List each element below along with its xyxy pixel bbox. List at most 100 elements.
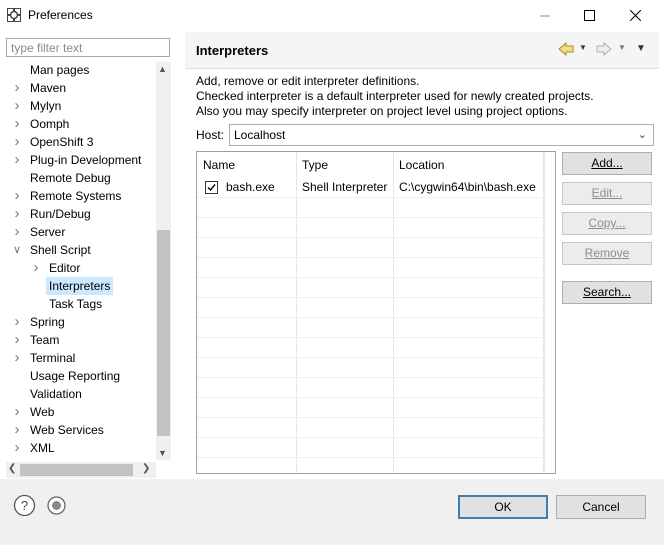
chevron-down-icon[interactable]: ∨ (12, 241, 22, 259)
tree-item-label: Web (30, 405, 55, 419)
tree-item[interactable]: ∨ Shell Script (6, 241, 156, 259)
tree-item[interactable]: Remote Debug (6, 169, 156, 187)
column-header-name[interactable]: Name (197, 152, 296, 178)
column-divider (296, 152, 297, 473)
back-menu-chevron-down-icon[interactable]: ▼ (579, 43, 587, 52)
chevron-right-icon[interactable]: › (12, 187, 22, 205)
tree-horizontal-scroll-thumb[interactable] (20, 464, 133, 476)
chevron-right-icon[interactable]: › (12, 79, 22, 97)
cancel-button[interactable]: Cancel (556, 495, 646, 519)
view-menu-chevron-down-icon[interactable]: ▼ (636, 43, 646, 54)
tree-item-label: Spring (30, 315, 65, 329)
scroll-left-icon[interactable]: ❮ (8, 463, 16, 474)
close-button[interactable] (612, 0, 658, 31)
add-button[interactable]: Add... (562, 152, 652, 175)
back-arrow-icon[interactable] (558, 42, 574, 56)
tree-item[interactable]: Usage Reporting (6, 367, 156, 385)
tree-item-label: Run/Debug (30, 207, 91, 221)
tree-item[interactable]: › Editor (6, 259, 156, 277)
tree-item[interactable]: › OpenShift 3 (6, 133, 156, 151)
chevron-right-icon[interactable]: › (12, 349, 22, 367)
edit-button[interactable]: Edit... (562, 182, 652, 205)
chevron-right-icon[interactable]: › (12, 403, 22, 421)
chevron-right-icon[interactable]: › (12, 151, 22, 169)
tree-item[interactable]: Man pages (6, 61, 156, 79)
tree-item[interactable]: › Server (6, 223, 156, 241)
tree-item-label: OpenShift 3 (30, 135, 94, 149)
tree-item[interactable]: › Oomph (6, 115, 156, 133)
tree-item[interactable]: › Spring (6, 313, 156, 331)
copy-button[interactable]: Copy... (562, 212, 652, 235)
tree-item[interactable]: › Web (6, 403, 156, 421)
chevron-right-icon[interactable]: › (12, 115, 22, 133)
chevron-right-icon[interactable]: › (12, 421, 22, 439)
page-description: Add, remove or edit interpreter definiti… (196, 74, 594, 119)
table-gridline (197, 437, 543, 438)
svg-text:?: ? (21, 498, 28, 513)
chevron-right-icon[interactable]: › (31, 259, 41, 277)
minimize-button[interactable] (522, 0, 568, 31)
tree-item[interactable]: › XML (6, 439, 156, 457)
chevron-right-icon[interactable]: › (12, 439, 22, 457)
tree-item[interactable]: › Team (6, 331, 156, 349)
tree-item[interactable]: › Web Services (6, 421, 156, 439)
description-line: Add, remove or edit interpreter definiti… (196, 74, 420, 88)
cell-location: C:\cygwin64\bin\bash.exe (399, 180, 536, 194)
import-export-icon[interactable] (46, 495, 67, 516)
scroll-up-icon[interactable]: ▲ (158, 64, 167, 74)
tree-vertical-scroll-thumb[interactable] (157, 230, 170, 436)
page-title: Interpreters (196, 43, 269, 58)
forward-arrow-icon[interactable] (596, 42, 612, 56)
description-line: Also you may specify interpreter on proj… (196, 104, 568, 118)
chevron-right-icon[interactable]: › (12, 313, 22, 331)
table-gridline (197, 457, 543, 458)
minimize-icon (539, 15, 550, 17)
search-button[interactable]: Search... (562, 281, 652, 304)
tree-item-label: Server (30, 225, 66, 239)
host-select-value: Localhost (234, 128, 286, 142)
column-divider (393, 152, 394, 473)
cell-type: Shell Interpreter (302, 180, 388, 194)
scroll-right-icon[interactable]: ❯ (142, 463, 150, 474)
tree-item-label: Web Services (30, 423, 104, 437)
chevron-right-icon[interactable]: › (12, 97, 22, 115)
tree-item[interactable]: › Mylyn (6, 97, 156, 115)
tree-item-label: Shell Script (30, 243, 91, 257)
default-checkbox[interactable] (205, 181, 218, 194)
tree-item[interactable]: › Terminal (6, 349, 156, 367)
table-vertical-scrollbar[interactable] (544, 152, 555, 473)
tree-item[interactable]: › Remote Systems (6, 187, 156, 205)
table-gridline (197, 417, 543, 418)
tree-item[interactable]: › Maven (6, 79, 156, 97)
chevron-right-icon[interactable]: › (12, 205, 22, 223)
table-gridline (197, 377, 543, 378)
preferences-app-icon (7, 8, 21, 22)
chevron-right-icon[interactable]: › (12, 331, 22, 349)
help-icon[interactable]: ? (13, 494, 36, 517)
filter-input[interactable] (6, 38, 170, 57)
forward-menu-chevron-down-icon[interactable]: ▼ (618, 43, 626, 52)
chevron-right-icon[interactable]: › (12, 223, 22, 241)
cell-name: bash.exe (226, 180, 275, 194)
tree-item-label: Remote Debug (30, 171, 111, 185)
tree-item[interactable]: Interpreters (6, 277, 156, 295)
column-header-location[interactable]: Location (393, 152, 543, 178)
remove-button[interactable]: Remove (562, 242, 652, 265)
maximize-button[interactable] (566, 0, 612, 31)
tree-item[interactable]: › Run/Debug (6, 205, 156, 223)
tree-item[interactable]: › Plug-in Development (6, 151, 156, 169)
tree-item-label: Man pages (30, 63, 90, 77)
preference-tree: Man pages › Maven › Mylyn › Oomph › OpenShift 3 ›… (6, 61, 170, 461)
host-select[interactable]: Localhost ⌄ (229, 124, 654, 146)
ok-button[interactable]: OK (458, 495, 548, 519)
tree-item-label: Terminal (30, 351, 76, 365)
chevron-right-icon[interactable]: › (12, 133, 22, 151)
host-label: Host: (196, 128, 225, 142)
table-gridline (197, 217, 543, 218)
tree-item-label: Maven (30, 81, 67, 95)
table-gridline (197, 357, 543, 358)
column-header-type[interactable]: Type (296, 152, 393, 178)
tree-item[interactable]: Validation (6, 385, 156, 403)
scroll-down-icon[interactable]: ▼ (158, 448, 167, 458)
tree-item[interactable]: Task Tags (6, 295, 156, 313)
